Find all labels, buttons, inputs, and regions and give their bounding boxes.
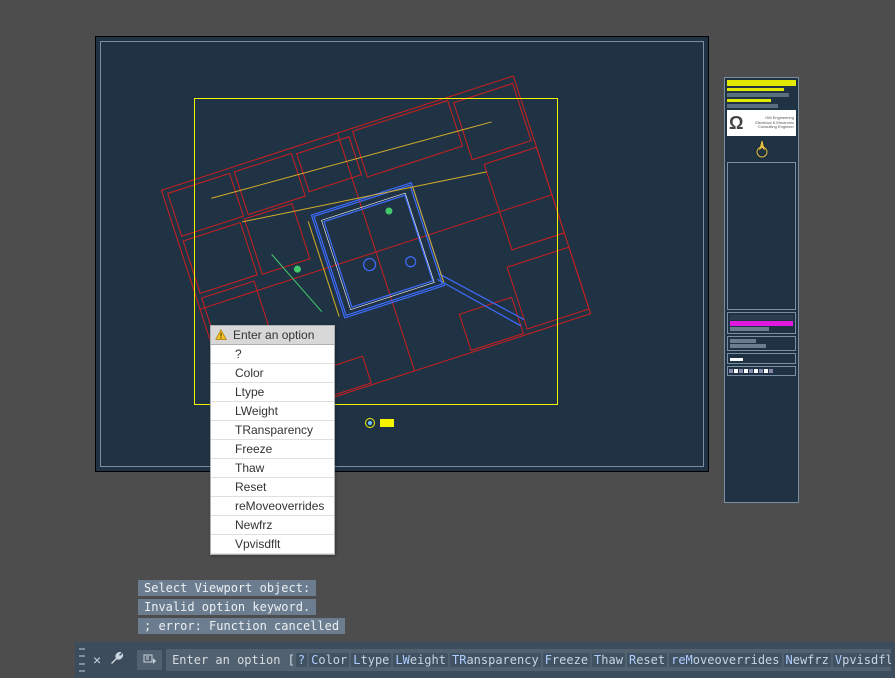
cmd-option-color[interactable]: Color [309, 653, 349, 667]
popup-header-text: Enter an option [233, 328, 314, 342]
cmd-option-reset[interactable]: Reset [627, 653, 667, 667]
command-history: Select Viewport object: Invalid option ke… [138, 580, 345, 637]
command-line-bar[interactable]: × Enter an option [? Color Ltype LWeight… [75, 642, 895, 678]
popup-option-?[interactable]: ? [211, 345, 334, 364]
viewport-scale-widgets[interactable] [365, 418, 394, 428]
warning-icon [215, 329, 227, 341]
cmd-option-freeze[interactable]: Freeze [543, 653, 590, 667]
layout-sheet[interactable]: Ω OM Engineering Electrical & Electronic… [95, 36, 709, 472]
commandbar-close-icon[interactable]: × [89, 652, 105, 668]
cad-drawing [96, 37, 710, 473]
popup-option-color[interactable]: Color [211, 364, 334, 383]
cmd-option-ltype[interactable]: Ltype [351, 653, 391, 667]
cmd-option-lweight[interactable]: LWeight [393, 653, 448, 667]
popup-option-lweight[interactable]: LWeight [211, 402, 334, 421]
cmd-option-removeoverrides[interactable]: reMoveoverrides [669, 653, 781, 667]
command-line-input[interactable]: Enter an option [? Color Ltype LWeight T… [166, 649, 891, 671]
history-line: Invalid option keyword. [138, 599, 316, 615]
popup-header: Enter an option [211, 326, 334, 345]
omega-icon: Ω [729, 114, 743, 132]
titleblock-logo: Ω OM Engineering Electrical & Electronic… [727, 110, 796, 136]
scale-bar [729, 369, 794, 373]
cmd-option-?[interactable]: ? [296, 653, 307, 667]
north-arrow-icon [725, 138, 798, 160]
popup-option-removeoverrides[interactable]: reMoveoverrides [211, 497, 334, 516]
popup-option-newfrz[interactable]: Newfrz [211, 516, 334, 535]
popup-option-thaw[interactable]: Thaw [211, 459, 334, 478]
history-line: ; error: Function cancelled [138, 618, 345, 634]
cmd-option-thaw[interactable]: Thaw [592, 653, 625, 667]
viewport-lock-icon[interactable] [365, 418, 375, 428]
cmd-option-transparency[interactable]: TRansparency [450, 653, 541, 667]
cmd-option-vpvisdflt[interactable]: Vpvisdflt [833, 653, 891, 667]
popup-option-ltype[interactable]: Ltype [211, 383, 334, 402]
viewport-scale-icon[interactable] [380, 419, 394, 427]
command-options-popup[interactable]: Enter an option ?ColorLtypeLWeightTRansp… [210, 325, 335, 555]
popup-option-vpvisdflt[interactable]: Vpvisdflt [211, 535, 334, 554]
commandbar-history-dropdown[interactable] [137, 650, 162, 670]
commandbar-grip[interactable] [79, 648, 85, 672]
commandbar-settings-icon[interactable] [109, 650, 125, 671]
history-line: Select Viewport object: [138, 580, 316, 596]
titleblock: Ω OM Engineering Electrical & Electronic… [724, 77, 799, 503]
cmd-option-newfrz[interactable]: Newfrz [784, 653, 831, 667]
popup-option-freeze[interactable]: Freeze [211, 440, 334, 459]
popup-option-transparency[interactable]: TRansparency [211, 421, 334, 440]
model-paper-space[interactable]: Ω OM Engineering Electrical & Electronic… [0, 0, 895, 642]
popup-option-reset[interactable]: Reset [211, 478, 334, 497]
